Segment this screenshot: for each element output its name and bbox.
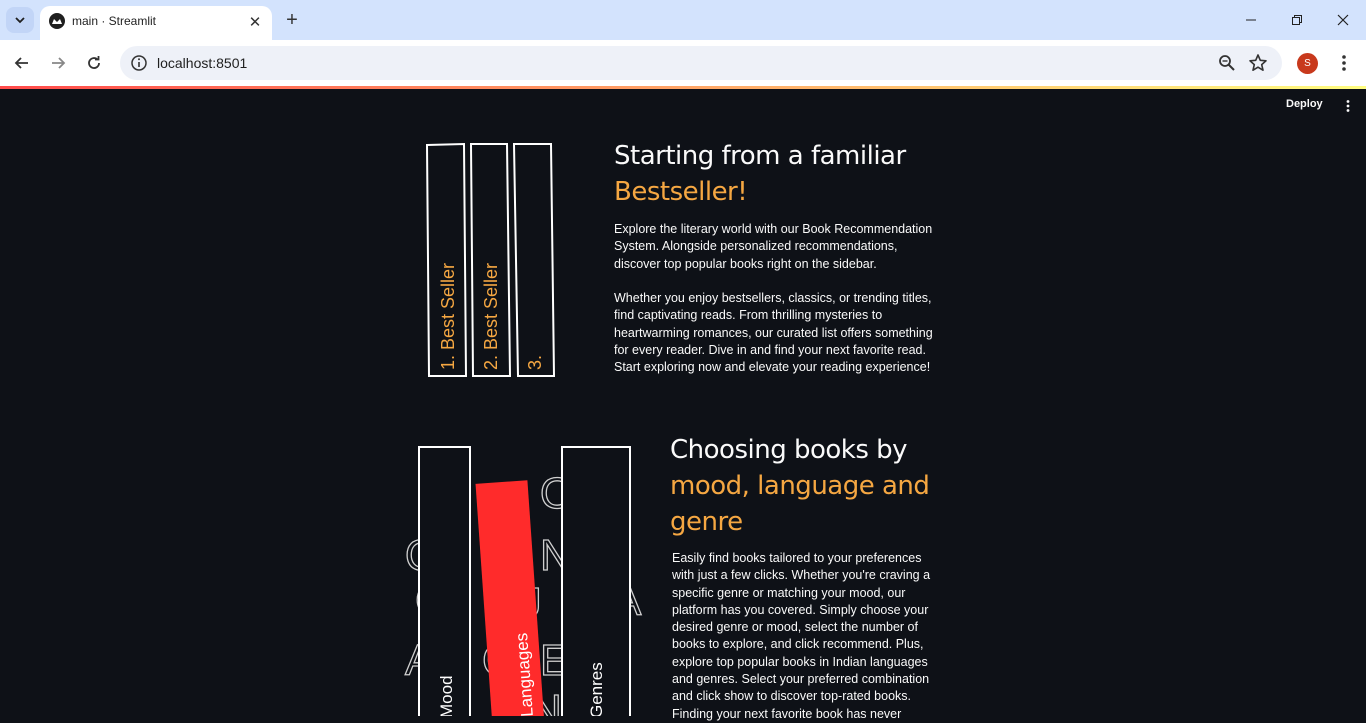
section2-heading-accent-1: mood, language and: [670, 471, 930, 501]
close-window-button[interactable]: [1320, 6, 1366, 34]
browser-toolbar: localhost:8501 S: [0, 40, 1366, 86]
section1-heading-line1: Starting from a familiar: [614, 141, 906, 171]
book-3: 3.: [512, 143, 556, 377]
close-icon: [1337, 14, 1349, 26]
reload-icon: [88, 56, 100, 69]
arrow-left-icon: [14, 57, 28, 69]
section2-paragraph: Easily find books tailored to your prefe…: [672, 551, 931, 721]
book-genres-label: Genres: [587, 662, 606, 716]
browser-tab[interactable]: main · Streamlit ✕: [40, 6, 272, 40]
address-bar[interactable]: localhost:8501: [120, 46, 1282, 80]
mood-language-genre-illustration: M O O L N G U A A G E N Mood Genres Lang…: [404, 446, 643, 716]
deploy-button[interactable]: Deploy: [1286, 98, 1323, 110]
streamlit-header: Deploy: [0, 89, 1366, 119]
restore-icon: [1292, 15, 1302, 25]
back-button[interactable]: [10, 51, 34, 75]
app-menu-icon[interactable]: [1341, 99, 1355, 113]
tab-title: main · Streamlit: [72, 14, 157, 28]
bestseller-books-illustration: 1. Best Seller 2. Best Seller 3.: [425, 142, 556, 377]
book-1: 1. Best Seller: [425, 142, 468, 377]
book-3-label: 3.: [525, 355, 545, 370]
section1-paragraph1: Explore the literary world with our Book…: [614, 222, 933, 271]
book-1-label: 1. Best Seller: [438, 263, 458, 370]
minimize-icon: [1246, 19, 1256, 21]
restore-button[interactable]: [1274, 6, 1320, 34]
browser-tab-bar: main · Streamlit ✕ +: [0, 0, 1366, 40]
book-mood-label: Mood: [437, 675, 456, 716]
section2-heading-line1: Choosing books by: [670, 435, 908, 465]
section2-heading: Choosing books by mood, language and gen…: [670, 432, 930, 540]
streamlit-favicon-icon: [49, 13, 65, 29]
book-mood: Mood: [418, 446, 471, 716]
browser-menu-icon[interactable]: [1334, 53, 1354, 73]
chevron-down-icon: [15, 17, 25, 24]
new-tab-button[interactable]: +: [281, 9, 303, 31]
site-info-icon[interactable]: [130, 54, 148, 72]
tab-search-button[interactable]: [6, 7, 34, 33]
profile-avatar[interactable]: S: [1297, 53, 1318, 74]
book-genres: Genres: [561, 446, 631, 716]
bookmark-star-icon[interactable]: [1248, 53, 1268, 73]
tab-close-icon[interactable]: ✕: [246, 13, 264, 31]
section1-paragraph2: Whether you enjoy bestsellers, classics,…: [614, 291, 933, 375]
book-2-label: 2. Best Seller: [481, 263, 501, 370]
arrow-right-icon: [52, 57, 66, 69]
zoom-icon[interactable]: [1218, 54, 1236, 72]
section1-heading: Starting from a familiar Bestseller!: [614, 138, 906, 210]
url-text[interactable]: localhost:8501: [157, 55, 247, 71]
forward-button[interactable]: [46, 51, 70, 75]
section2-heading-accent-2: genre: [670, 507, 743, 537]
minimize-button[interactable]: [1228, 6, 1274, 34]
book-2: 2. Best Seller: [469, 143, 512, 377]
reload-button[interactable]: [82, 51, 106, 75]
section1-heading-accent: Bestseller!: [614, 177, 748, 207]
